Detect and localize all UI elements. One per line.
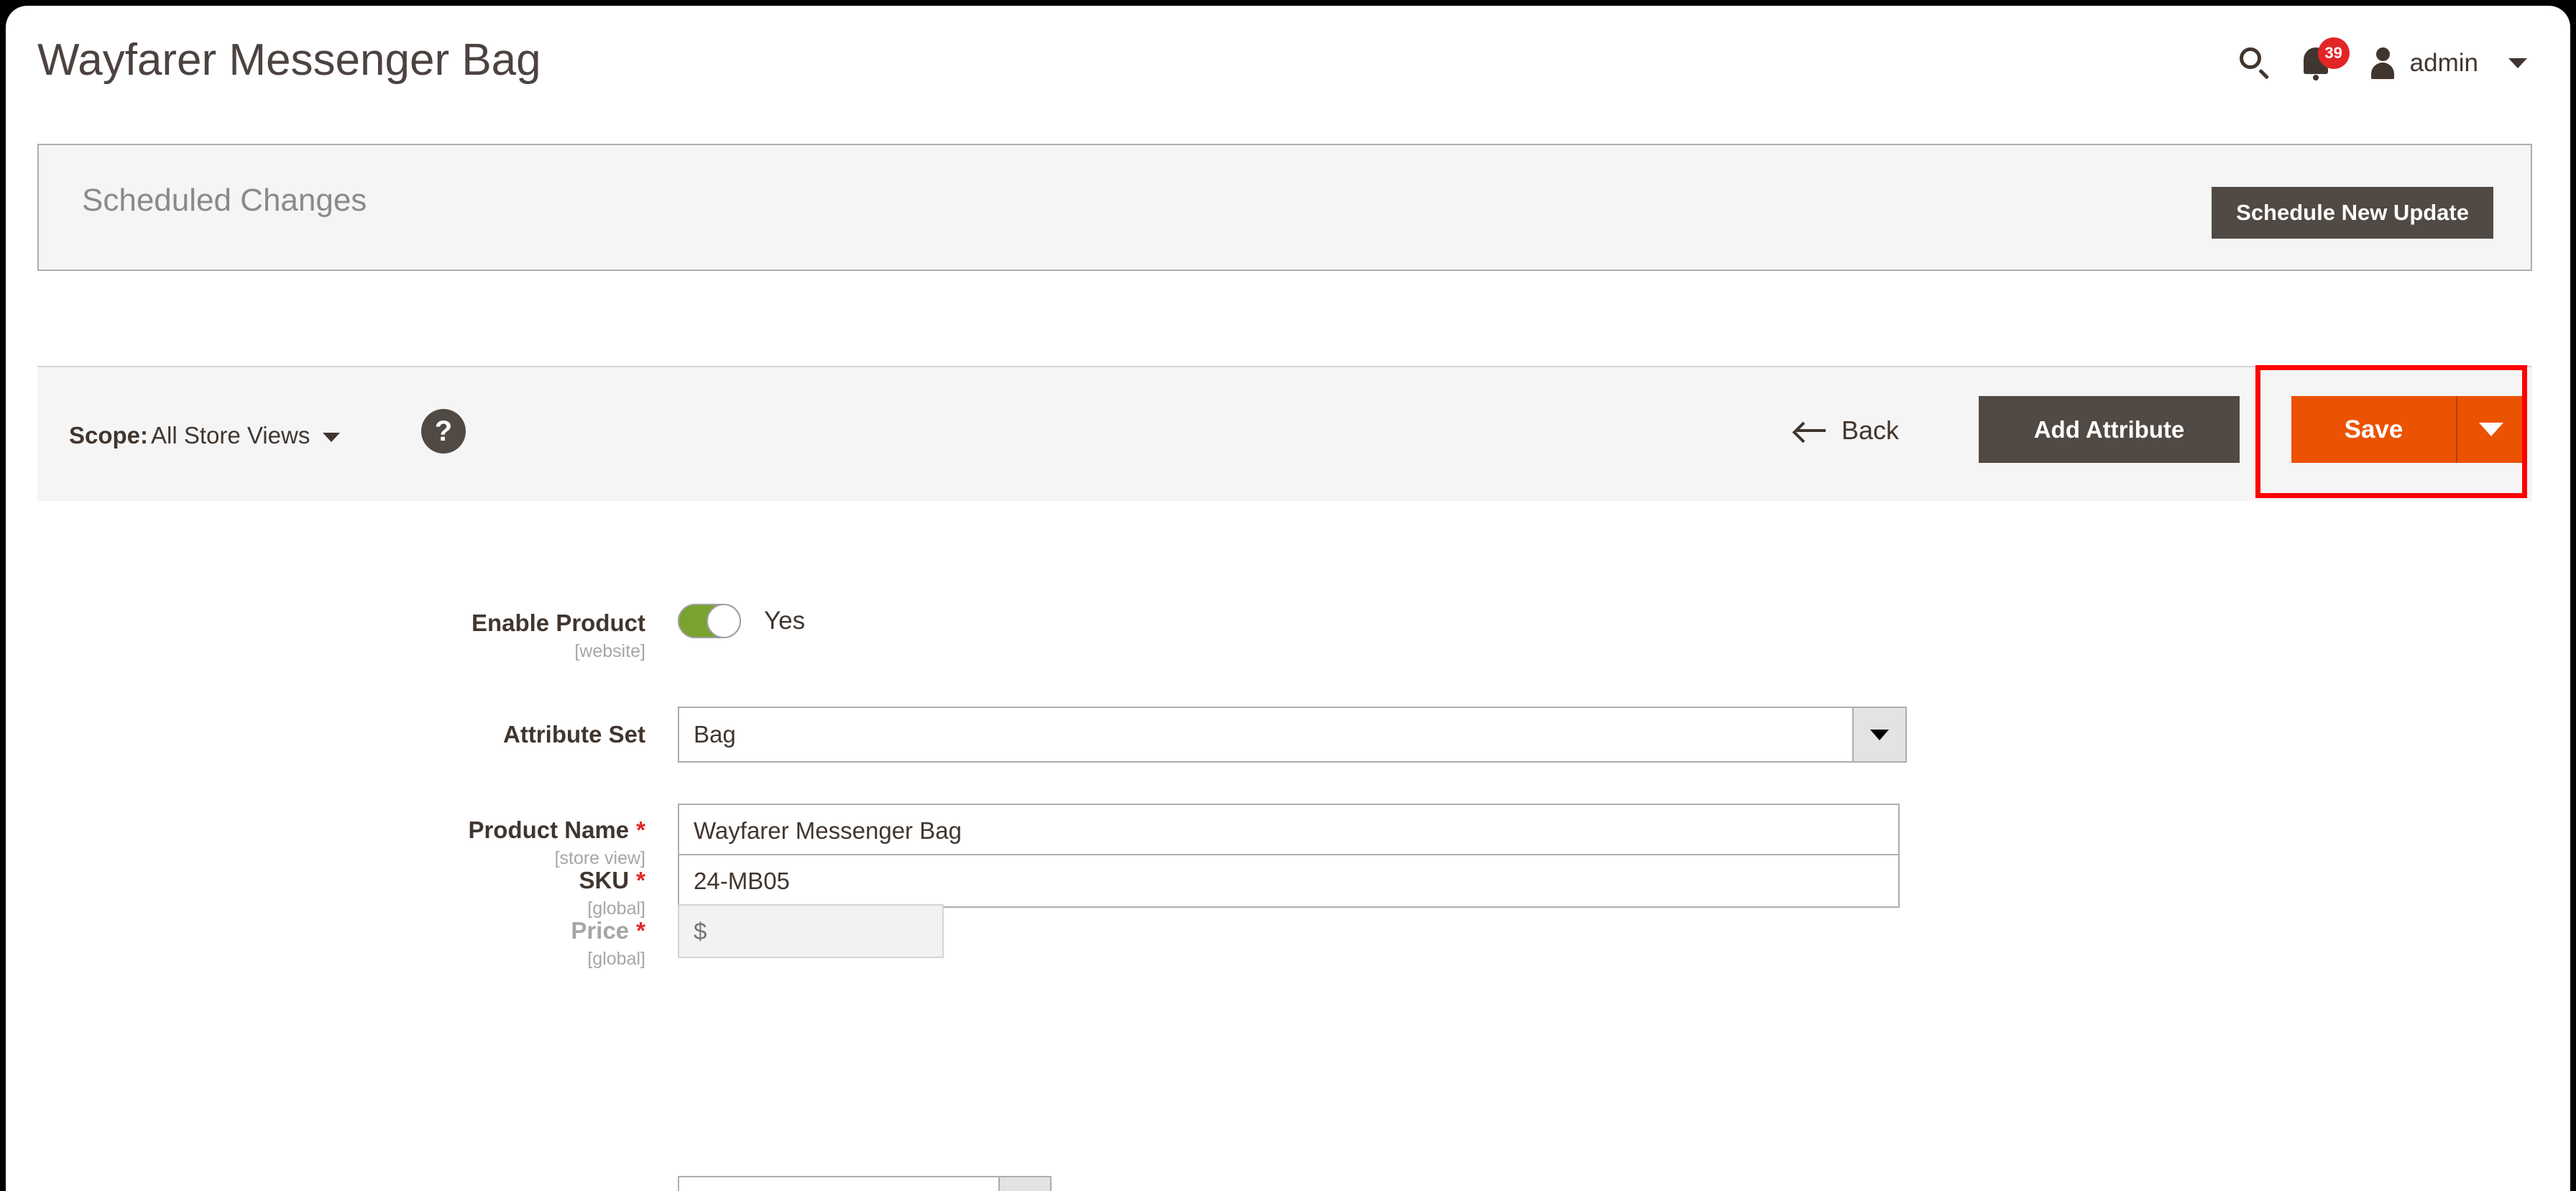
magnifier-glyph xyxy=(2239,47,2271,79)
user-menu[interactable]: admin xyxy=(2355,47,2527,79)
scope-value: All Store Views xyxy=(151,422,310,449)
header-tools: 39 admin xyxy=(2225,35,2527,92)
page-title: Wayfarer Messenger Bag xyxy=(37,35,541,85)
scope-note: [global] xyxy=(587,949,645,969)
sku-input[interactable] xyxy=(678,854,1900,908)
required-asterisk: * xyxy=(636,917,645,944)
label-text: Attribute Set xyxy=(503,721,645,748)
attribute-set-value: Bag xyxy=(694,721,736,748)
bell-icon: 39 xyxy=(2299,37,2350,83)
chevron-down-icon xyxy=(2479,423,2503,436)
label-text: SKU xyxy=(579,867,630,893)
partial-field-dropdown-button[interactable] xyxy=(998,1177,1050,1191)
field-control-enable-product: Yes xyxy=(678,604,805,638)
field-control-product-name xyxy=(678,804,1900,857)
enable-product-value: Yes xyxy=(764,607,806,635)
label-text: Product Name xyxy=(468,817,630,843)
save-dropdown-toggle[interactable] xyxy=(2457,396,2525,463)
notification-count-badge: 39 xyxy=(2317,37,2350,69)
attribute-set-dropdown-button[interactable] xyxy=(1852,708,1905,761)
back-button[interactable]: Back xyxy=(1795,415,1899,446)
field-label-sku: SKU * [global] xyxy=(6,867,645,919)
field-control-attribute-set: Bag xyxy=(678,707,1907,763)
required-asterisk: * xyxy=(636,867,645,893)
partial-field-input[interactable] xyxy=(679,1177,998,1191)
field-control-price xyxy=(678,904,944,958)
scheduled-changes-title: Scheduled Changes xyxy=(82,183,367,218)
user-avatar-icon xyxy=(2368,47,2397,79)
back-label: Back xyxy=(1841,415,1900,445)
save-split-button: Save xyxy=(2291,396,2525,463)
page-header: Wayfarer Messenger Bag 39 admin xyxy=(6,6,2570,134)
field-label-enable-product: Enable Product [website] xyxy=(6,610,645,662)
schedule-new-update-button[interactable]: Schedule New Update xyxy=(2212,187,2493,239)
chevron-down-icon xyxy=(2508,58,2527,68)
label-text: Enable Product xyxy=(471,610,645,636)
add-attribute-button[interactable]: Add Attribute xyxy=(1979,396,2240,463)
attribute-set-select[interactable]: Bag xyxy=(678,707,1907,763)
scope-label: Scope: xyxy=(69,422,149,449)
scheduled-changes-panel: Scheduled Changes Schedule New Update xyxy=(37,144,2532,271)
scope-note: [global] xyxy=(587,898,645,919)
scope-note: [store view] xyxy=(554,848,645,868)
notifications-button[interactable]: 39 xyxy=(2286,35,2355,92)
save-button[interactable]: Save xyxy=(2291,396,2457,463)
label-text: Price xyxy=(571,917,630,944)
help-icon[interactable]: ? xyxy=(421,409,466,454)
field-label-product-name: Product Name * [store view] xyxy=(6,817,645,869)
partial-field-below-fold[interactable] xyxy=(678,1176,1052,1191)
user-name-label: admin xyxy=(2409,49,2478,77)
toggle-knob xyxy=(707,604,741,638)
field-control-sku xyxy=(678,854,1900,908)
arrow-left-icon xyxy=(1795,420,1826,441)
admin-page: Wayfarer Messenger Bag 39 admin Schedule… xyxy=(6,6,2570,1191)
product-name-input[interactable] xyxy=(678,804,1900,857)
chevron-down-icon xyxy=(323,432,341,442)
chevron-down-icon xyxy=(1870,729,1889,740)
search-icon[interactable] xyxy=(2225,35,2286,92)
field-label-price: Price * [global] xyxy=(6,917,645,970)
scope-note: [website] xyxy=(574,641,645,661)
required-asterisk: * xyxy=(636,817,645,843)
price-input[interactable] xyxy=(678,904,944,958)
field-label-attribute-set: Attribute Set xyxy=(6,721,645,748)
scope-selector[interactable]: All Store Views xyxy=(151,422,341,449)
enable-product-toggle[interactable] xyxy=(678,604,741,638)
